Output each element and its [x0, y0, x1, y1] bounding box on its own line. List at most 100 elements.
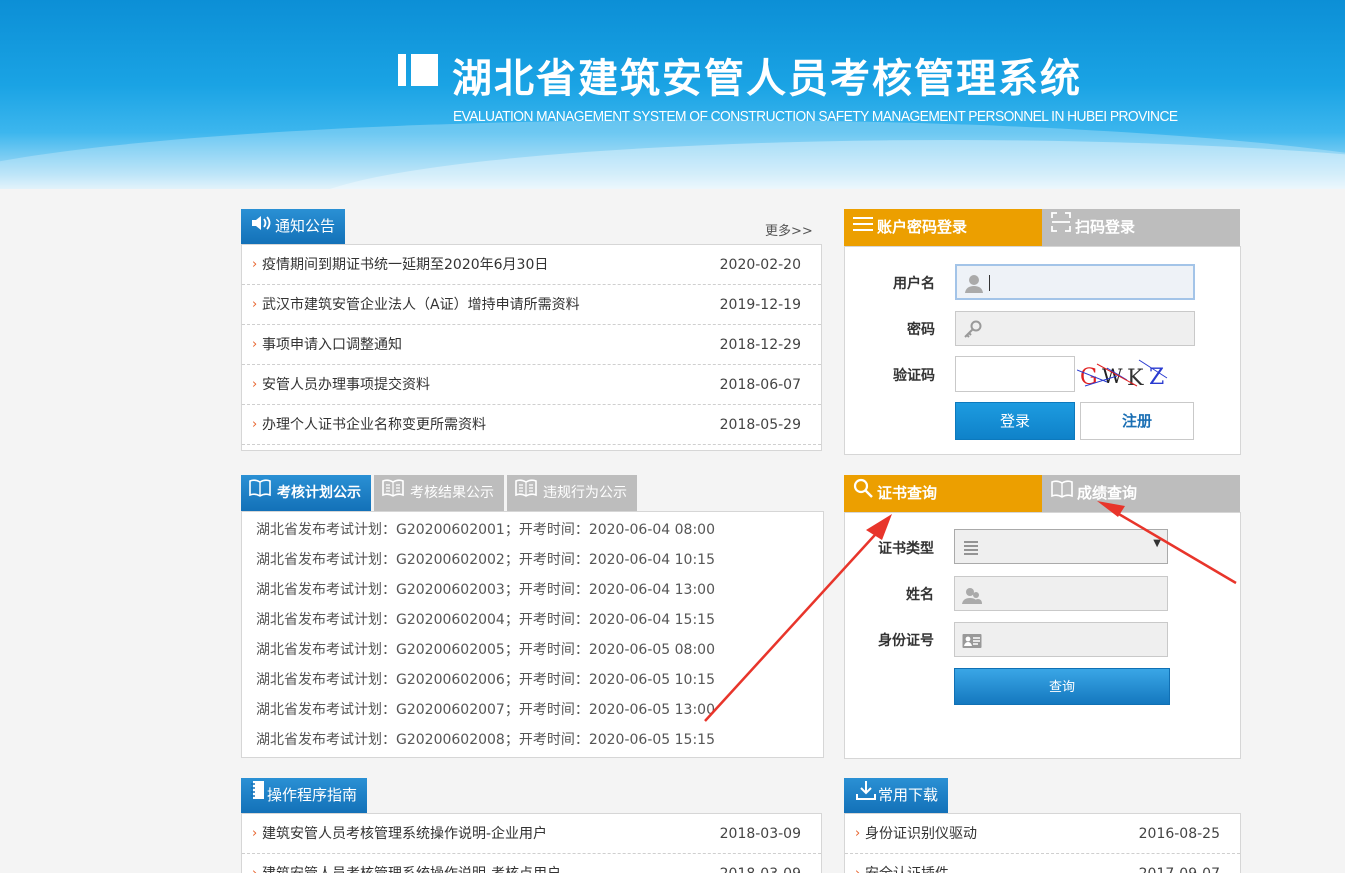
book-lines-icon: [382, 475, 404, 511]
notebook-icon: [251, 778, 265, 813]
tab-score-query-label: 成绩查询: [1077, 484, 1138, 502]
cert-type-select[interactable]: ▼: [954, 529, 1168, 564]
tab-qr-login-label: 扫码登录: [1075, 218, 1136, 236]
chevron-down-icon: ▼: [1153, 538, 1161, 549]
item-date: 2018-12-29: [719, 337, 801, 353]
logo-icon: [398, 54, 438, 86]
plan-item[interactable]: 湖北省发布考试计划：G20200602003；开考时间：2020-06-04 1…: [256, 575, 715, 605]
item-title: 武汉市建筑安管企业法人（A证）增持申请所需资料: [262, 297, 580, 313]
download-list: › 身份证识别仪驱动 2016-08-25 › 安全认证插件 2017-09-07: [845, 814, 1240, 873]
speaker-icon: [251, 209, 273, 244]
list-item[interactable]: › 安全认证插件 2017-09-07: [845, 854, 1240, 873]
site-subtitle: EVALUATION MANAGEMENT SYSTEM OF CONSTRUC…: [453, 108, 1178, 125]
book-icon: [1051, 475, 1073, 512]
svg-text:K: K: [1127, 366, 1144, 391]
tab-result[interactable]: 考核结果公示: [374, 475, 504, 511]
guide-list: › 建筑安管人员考核管理系统操作说明-企业用户 2018-03-09 › 建筑安管人员考…: [242, 814, 821, 873]
plan-item[interactable]: 湖北省发布考试计划：G20200602006；开考时间：2020-06-05 1…: [256, 665, 715, 695]
captcha-input[interactable]: [955, 356, 1075, 392]
plan-item[interactable]: 湖北省发布考试计划：G20200602008；开考时间：2020-06-05 1…: [256, 725, 715, 755]
tab-score-query[interactable]: 成绩查询: [1042, 475, 1240, 512]
item-title: 建筑安管人员考核管理系统操作说明-企业用户: [262, 826, 548, 842]
book-icon: [249, 475, 271, 511]
item-date: 2020-02-20: [719, 257, 801, 273]
guide-panel: › 建筑安管人员考核管理系统操作说明-企业用户 2018-03-09 › 建筑安管人员考…: [241, 813, 822, 873]
tab-password-login[interactable]: 账户密码登录: [844, 209, 1042, 246]
item-date: 2018-03-09: [720, 854, 801, 873]
chevron-right-icon: ›: [252, 257, 258, 272]
item-title: 建筑安管人员考核管理系统操作说明-考核点用户: [262, 854, 561, 873]
captcha-noise-icon: G W K Z: [1076, 359, 1168, 391]
plan-item[interactable]: 湖北省发布考试计划：G20200602004；开考时间：2020-06-04 1…: [256, 605, 715, 635]
list-item[interactable]: › 建筑安管人员考核管理系统操作说明-考核点用户 2018-03-09: [242, 854, 821, 873]
item-date: 2016-08-25: [1138, 826, 1220, 842]
password-label: 密码: [907, 322, 935, 338]
chevron-right-icon: ›: [252, 854, 257, 873]
download-panel: › 身份证识别仪驱动 2016-08-25 › 安全认证插件 2017-09-07: [844, 813, 1241, 873]
register-button[interactable]: 注册: [1080, 402, 1194, 440]
item-title: 事项申请入口调整通知: [262, 337, 402, 353]
list-item[interactable]: › 办理个人证书企业名称变更所需资料 2018-05-29: [242, 405, 821, 445]
tab-result-label: 考核结果公示: [410, 485, 494, 501]
notice-panel: › 疫情期间到期证书统一延期至2020年6月30日 2020-02-20 › 武汉市建筑…: [241, 244, 822, 451]
item-date: 2019-12-19: [719, 297, 801, 313]
captcha-label: 验证码: [893, 368, 935, 384]
list-icon: [963, 539, 979, 559]
tab-notice[interactable]: 通知公告: [241, 209, 346, 244]
list-item[interactable]: › 身份证识别仪驱动 2016-08-25: [845, 814, 1240, 854]
tab-violation[interactable]: 违规行为公示: [507, 475, 637, 511]
list-item[interactable]: › 建筑安管人员考核管理系统操作说明-企业用户 2018-03-09: [242, 814, 821, 854]
svg-text:Z: Z: [1149, 365, 1164, 390]
captcha-image[interactable]: G W K Z: [1076, 356, 1169, 392]
site-header: 湖北省建筑安管人员考核管理系统 EVALUATION MANAGEMENT SY…: [0, 0, 1345, 189]
menu-icon: [853, 209, 873, 246]
text-cursor: [989, 275, 990, 291]
name-input[interactable]: [954, 576, 1168, 611]
item-date: 2018-06-07: [719, 377, 801, 393]
tab-guide-label: 操作程序指南: [267, 786, 358, 804]
list-item[interactable]: › 武汉市建筑安管企业法人（A证）增持申请所需资料 2019-12-19: [242, 285, 821, 325]
download-icon: [856, 778, 876, 813]
tab-plan-label: 考核计划公示: [277, 485, 361, 501]
plan-item[interactable]: 湖北省发布考试计划：G20200602007；开考时间：2020-06-05 1…: [256, 695, 715, 725]
id-label: 身份证号: [878, 633, 934, 649]
list-item[interactable]: › 事项申请入口调整通知 2018-12-29: [242, 325, 821, 365]
username-input[interactable]: [955, 264, 1195, 300]
tab-download[interactable]: 常用下载: [844, 778, 949, 813]
login-button[interactable]: 登录: [955, 402, 1075, 440]
tab-violation-label: 违规行为公示: [543, 485, 627, 501]
query-button[interactable]: 查询: [954, 668, 1170, 705]
chevron-right-icon: ›: [252, 297, 258, 312]
tab-password-login-label: 账户密码登录: [877, 218, 968, 236]
tab-plan[interactable]: 考核计划公示: [241, 475, 371, 511]
plan-item[interactable]: 湖北省发布考试计划：G20200602002；开考时间：2020-06-04 1…: [256, 545, 715, 575]
id-input[interactable]: [954, 622, 1168, 657]
id-card-icon: [962, 633, 982, 653]
tab-cert-query-label: 证书查询: [877, 484, 938, 502]
list-item[interactable]: › 安管人员办理事项提交资料 2018-06-07: [242, 365, 821, 405]
tab-qr-login[interactable]: 扫码登录: [1042, 209, 1240, 246]
item-title: 身份证识别仪驱动: [865, 826, 977, 842]
tab-cert-query[interactable]: 证书查询: [844, 475, 1042, 512]
user-icon: [964, 274, 984, 298]
item-title: 安管人员办理事项提交资料: [262, 377, 430, 393]
item-date: 2017-09-07: [1139, 854, 1220, 873]
tab-notice-label: 通知公告: [275, 217, 336, 235]
item-title: 办理个人证书企业名称变更所需资料: [262, 417, 486, 433]
chevron-right-icon: ›: [252, 377, 258, 392]
book-lines-icon: [515, 475, 537, 511]
item-title: 安全认证插件: [865, 854, 949, 873]
list-item[interactable]: › 疫情期间到期证书统一延期至2020年6月30日 2020-02-20: [242, 245, 821, 285]
chevron-right-icon: ›: [252, 337, 258, 352]
plan-item[interactable]: 湖北省发布考试计划：G20200602005；开考时间：2020-06-05 0…: [256, 635, 715, 665]
password-input[interactable]: [955, 311, 1195, 346]
more-link[interactable]: 更多>>: [765, 220, 813, 239]
tab-guide[interactable]: 操作程序指南: [241, 778, 368, 813]
username-label: 用户名: [893, 276, 935, 292]
users-icon: [962, 587, 982, 609]
tab-download-label: 常用下载: [878, 786, 939, 804]
plan-item[interactable]: 湖北省发布考试计划：G20200602001；开考时间：2020-06-04 0…: [256, 515, 715, 545]
item-date: 2018-05-29: [719, 417, 801, 433]
site-title: 湖北省建筑安管人员考核管理系统: [452, 56, 1082, 102]
notice-list: › 疫情期间到期证书统一延期至2020年6月30日 2020-02-20 › 武汉市建筑…: [242, 245, 821, 445]
